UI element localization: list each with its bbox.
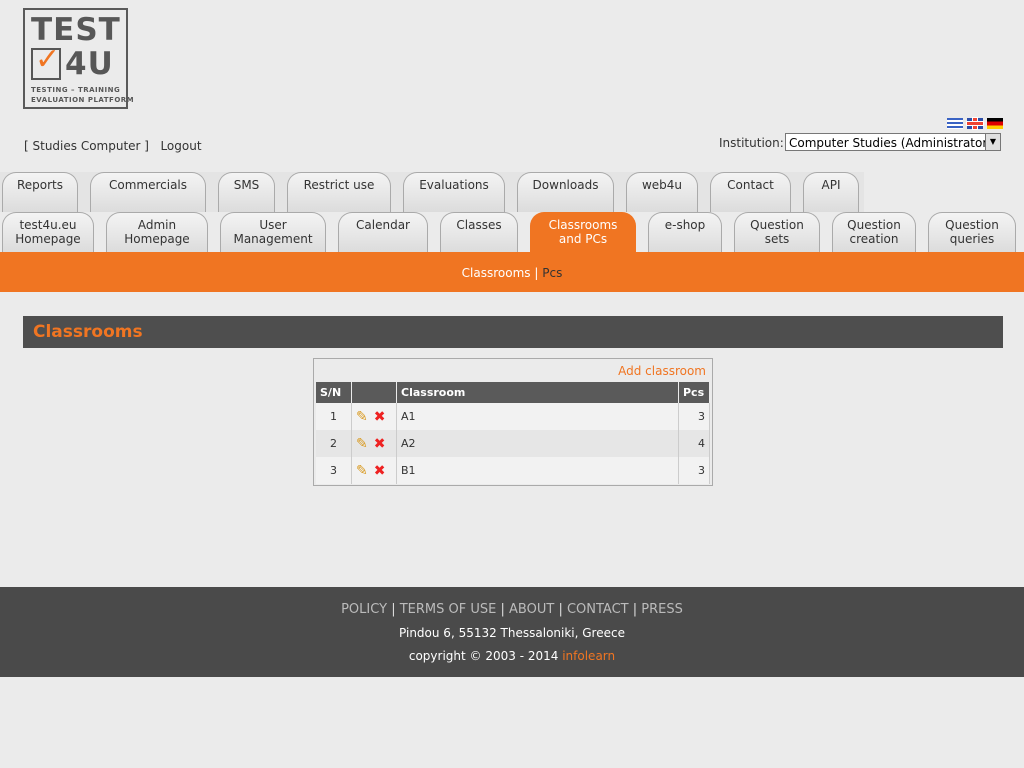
footer-link-contact[interactable]: CONTACT bbox=[567, 602, 629, 617]
row-actions: ✎ ✖ bbox=[351, 457, 397, 484]
tab-contact[interactable]: Contact bbox=[710, 172, 791, 212]
tab-test4u-homepage[interactable]: test4u.eu Homepage bbox=[2, 212, 94, 252]
institution-select[interactable]: Computer Studies (Administrator) ▼ bbox=[785, 133, 1001, 151]
delete-x-icon[interactable]: ✖ bbox=[374, 436, 386, 452]
logo-tagline-1: TESTING – TRAINING bbox=[31, 86, 121, 94]
tab-label-line1: Classrooms bbox=[548, 218, 618, 232]
subnav-classrooms[interactable]: Classrooms bbox=[462, 266, 531, 280]
tab-label-line1: Calendar bbox=[356, 218, 410, 232]
tab-downloads[interactable]: Downloads bbox=[517, 172, 614, 212]
classrooms-panel: Add classroom S/N Classroom Pcs 1 ✎ ✖ A1 … bbox=[313, 358, 713, 486]
logo-tagline-2: EVALUATION PLATFORM bbox=[31, 96, 135, 104]
classrooms-table: S/N Classroom Pcs 1 ✎ ✖ A1 3 2 ✎ ✖ A2 4 3 … bbox=[316, 382, 710, 484]
header-actions bbox=[351, 382, 397, 403]
tab-restrict-use[interactable]: Restrict use bbox=[287, 172, 391, 212]
page-title: Classrooms bbox=[33, 322, 143, 342]
tab-api[interactable]: API bbox=[803, 172, 859, 212]
institution-label: Institution: bbox=[719, 136, 784, 150]
logout-link[interactable]: Logout bbox=[160, 139, 201, 153]
tab-admin-homepage[interactable]: Admin Homepage bbox=[106, 212, 208, 252]
tab-label-line2: Management bbox=[233, 232, 313, 246]
tab-label-line1: Classes bbox=[456, 218, 502, 232]
tab-classrooms-and-pcs[interactable]: Classrooms and PCs bbox=[530, 212, 636, 252]
chevron-down-icon[interactable]: ▼ bbox=[985, 134, 1000, 150]
tab-sms[interactable]: SMS bbox=[218, 172, 275, 212]
subnav: Classrooms | Pcs bbox=[0, 266, 1024, 280]
row-classroom: B1 bbox=[396, 457, 679, 484]
row-sn: 3 bbox=[316, 457, 352, 484]
tab-label-line1: test4u.eu bbox=[19, 218, 77, 232]
row-actions: ✎ ✖ bbox=[351, 403, 397, 430]
brand-link[interactable]: infolearn bbox=[562, 649, 615, 663]
user-name-link[interactable]: Studies Computer bbox=[33, 139, 141, 153]
tab-label-line2: Homepage bbox=[15, 232, 81, 246]
tab-e-shop[interactable]: e-shop bbox=[648, 212, 722, 252]
row-sn: 2 bbox=[316, 430, 352, 457]
row-pcs: 3 bbox=[678, 403, 710, 430]
row-pcs: 4 bbox=[678, 430, 710, 457]
tab-label-line2: creation bbox=[849, 232, 899, 246]
row-actions: ✎ ✖ bbox=[351, 430, 397, 457]
tab-label-line1: Question bbox=[847, 218, 901, 232]
section-header bbox=[23, 316, 1003, 348]
row-pcs: 3 bbox=[678, 457, 710, 484]
copyright-text: copyright © 2003 - 2014 bbox=[408, 649, 559, 663]
tab-user-management[interactable]: User Management bbox=[220, 212, 326, 252]
tab-reports[interactable]: Reports bbox=[2, 172, 78, 212]
header-classroom[interactable]: Classroom bbox=[396, 382, 679, 403]
row-sn: 1 bbox=[316, 403, 352, 430]
tab-calendar[interactable]: Calendar bbox=[338, 212, 428, 252]
tab-web4u[interactable]: web4u bbox=[626, 172, 698, 212]
table-row: 3 ✎ ✖ B1 3 bbox=[316, 457, 710, 484]
subnav-separator: | bbox=[534, 266, 539, 280]
tab-label-line1: Admin bbox=[137, 218, 177, 232]
header-pcs[interactable]: Pcs bbox=[678, 382, 710, 403]
greek-flag-icon[interactable] bbox=[947, 118, 963, 129]
footer-address: Pindou 6, 55132 Thessaloniki, Greece bbox=[399, 626, 625, 640]
tab-label-line2: and PCs bbox=[558, 232, 608, 246]
user-links: [ Studies Computer ] Logout bbox=[24, 139, 202, 153]
tab-label-line2: sets bbox=[764, 232, 790, 246]
tab-label-line2: Homepage bbox=[124, 232, 190, 246]
header-sn[interactable]: S/N bbox=[316, 382, 352, 403]
tab-commercials[interactable]: Commercials bbox=[90, 172, 206, 212]
tab-evaluations[interactable]: Evaluations bbox=[403, 172, 505, 212]
check-icon: ✓ bbox=[31, 42, 61, 80]
footer-link-terms[interactable]: TERMS OF USE bbox=[400, 602, 497, 617]
table-row: 1 ✎ ✖ A1 3 bbox=[316, 403, 710, 430]
table-header-row: S/N Classroom Pcs bbox=[316, 382, 710, 403]
tab-question-creation[interactable]: Question creation bbox=[832, 212, 916, 252]
tab-classes[interactable]: Classes bbox=[440, 212, 518, 252]
tab-label-line2: queries bbox=[949, 232, 995, 246]
row-classroom: A2 bbox=[396, 430, 679, 457]
tab-question-sets[interactable]: Question sets bbox=[734, 212, 820, 252]
tab-label-line1: Question bbox=[945, 218, 999, 232]
row-classroom: A1 bbox=[396, 403, 679, 430]
footer-copyright: copyright © 2003 - 2014 infolearn bbox=[0, 649, 1024, 663]
tab-question-queries[interactable]: Question queries bbox=[928, 212, 1016, 252]
edit-pencil-icon[interactable]: ✎ bbox=[356, 436, 368, 452]
institution-value: Computer Studies (Administrator) bbox=[789, 136, 992, 150]
subnav-pcs[interactable]: Pcs bbox=[542, 266, 562, 280]
uk-flag-icon[interactable] bbox=[967, 118, 983, 129]
delete-x-icon[interactable]: ✖ bbox=[374, 463, 386, 479]
footer-link-about[interactable]: ABOUT bbox=[509, 602, 554, 617]
add-classroom-link[interactable]: Add classroom bbox=[618, 364, 706, 378]
tab-label-line1: Question bbox=[750, 218, 804, 232]
footer-link-policy[interactable]: POLICY bbox=[341, 602, 387, 617]
delete-x-icon[interactable]: ✖ bbox=[374, 409, 386, 425]
site-logo[interactable]: TEST ✓ 4U TESTING – TRAINING EVALUATION … bbox=[23, 8, 134, 109]
table-row: 2 ✎ ✖ A2 4 bbox=[316, 430, 710, 457]
footer-links: POLICY | TERMS OF USE | ABOUT | CONTACT … bbox=[341, 602, 683, 617]
footer-link-press[interactable]: PRESS bbox=[641, 602, 683, 617]
tab-label-line1: User bbox=[259, 218, 287, 232]
logo-text-4u: 4U bbox=[65, 46, 114, 82]
german-flag-icon[interactable] bbox=[987, 118, 1003, 129]
edit-pencil-icon[interactable]: ✎ bbox=[356, 409, 368, 425]
edit-pencil-icon[interactable]: ✎ bbox=[356, 463, 368, 479]
tab-label-line1: e-shop bbox=[664, 218, 706, 232]
